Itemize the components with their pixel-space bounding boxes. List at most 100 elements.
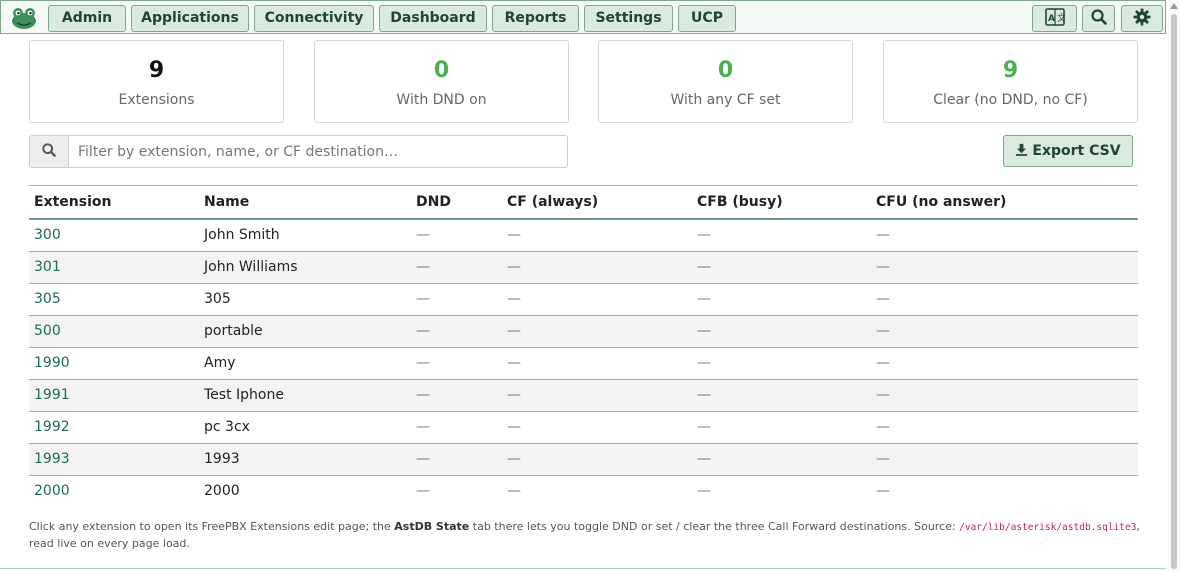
filter-group: [29, 135, 568, 168]
cfb-value: —: [697, 483, 711, 499]
cf-value: —: [507, 227, 521, 243]
cfu-value: —: [876, 451, 890, 467]
cfb-value: —: [697, 259, 711, 275]
cfu-value: —: [876, 323, 890, 339]
column-header-cfb-busy[interactable]: CFB (busy): [697, 194, 783, 210]
extension-link[interactable]: 1992: [34, 419, 70, 435]
extension-link[interactable]: 2000: [34, 483, 70, 499]
search-icon: [1090, 8, 1107, 29]
extension-name: pc 3cx: [204, 419, 250, 435]
cf-value: —: [507, 387, 521, 403]
table-row: 1991 Test Iphone — — — —: [29, 380, 1138, 412]
stat-card-dnd: 0 With DND on: [314, 40, 569, 123]
column-header-dnd[interactable]: DND: [416, 194, 451, 210]
extension-name: Amy: [204, 355, 236, 371]
extensions-table: Extension Name DND CF (always) CFB (busy…: [29, 185, 1138, 507]
extension-link[interactable]: 500: [34, 323, 61, 339]
help-footnote: Click any extension to open its FreePBX …: [29, 519, 1141, 552]
table-row: 2000 2000 — — — —: [29, 476, 1138, 507]
cfb-value: —: [697, 291, 711, 307]
scroll-thumb[interactable]: [1171, 14, 1177, 569]
extension-link[interactable]: 300: [34, 227, 61, 243]
filter-addon: [30, 136, 69, 167]
dnd-value: —: [416, 419, 430, 435]
extension-name: John Smith: [204, 227, 280, 243]
table-row: 1992 pc 3cx — — — —: [29, 412, 1138, 444]
footnote-source-path: /var/lib/asterisk/astdb.sqlite3: [959, 522, 1137, 533]
extension-name: Test Iphone: [204, 387, 284, 403]
stat-card-clear: 9 Clear (no DND, no CF): [883, 40, 1138, 123]
cf-value: —: [507, 323, 521, 339]
export-csv-button[interactable]: Export CSV: [1003, 135, 1133, 167]
column-header-cfu-no-answer[interactable]: CFU (no answer): [876, 194, 1006, 210]
scroll-up-icon[interactable]: [1170, 3, 1178, 9]
stat-value: 9: [148, 58, 165, 83]
table-row: 300 John Smith — — — —: [29, 220, 1138, 252]
nav-settings[interactable]: Settings: [584, 5, 673, 32]
gear-icon: [1133, 8, 1151, 30]
stat-label: With any CF set: [670, 92, 781, 108]
column-header-name[interactable]: Name: [204, 194, 249, 210]
stat-label: Extensions: [118, 92, 195, 108]
filter-input[interactable]: [69, 136, 566, 167]
column-header-extension[interactable]: Extension: [34, 194, 111, 210]
export-csv-label: Export CSV: [1032, 143, 1121, 159]
language-button[interactable]: A 文: [1032, 5, 1077, 32]
table-row: 1990 Amy — — — —: [29, 348, 1138, 380]
bottom-divider: [0, 568, 1166, 569]
dnd-value: —: [416, 323, 430, 339]
footnote-text: tab there lets you toggle DND or set / c…: [469, 520, 960, 533]
cf-value: —: [507, 291, 521, 307]
stat-value: 0: [717, 58, 734, 83]
stat-value: 9: [1002, 58, 1019, 83]
freepbx-logo-icon[interactable]: [10, 6, 38, 30]
dnd-value: —: [416, 227, 430, 243]
svg-text:文: 文: [1057, 12, 1065, 24]
extension-link[interactable]: 1990: [34, 355, 70, 371]
nav-dashboard[interactable]: Dashboard: [379, 5, 487, 32]
nav-applications[interactable]: Applications: [131, 5, 249, 32]
stat-value: 0: [433, 58, 450, 83]
dnd-value: —: [416, 483, 430, 499]
cfu-value: —: [876, 483, 890, 499]
page-scrollbar[interactable]: [1168, 0, 1180, 571]
cfb-value: —: [697, 419, 711, 435]
dnd-value: —: [416, 451, 430, 467]
top-navbar: Admin Applications Connectivity Dashboar…: [0, 0, 1166, 34]
cf-value: —: [507, 259, 521, 275]
table-row: 301 John Williams — — — —: [29, 252, 1138, 284]
cfu-value: —: [876, 355, 890, 371]
nav-reports[interactable]: Reports: [492, 5, 579, 32]
settings-button[interactable]: [1121, 5, 1163, 32]
cf-value: —: [507, 419, 521, 435]
table-row: 305 305 — — — —: [29, 284, 1138, 316]
cfb-value: —: [697, 355, 711, 371]
nav-ucp[interactable]: UCP: [678, 5, 736, 32]
extension-link[interactable]: 305: [34, 291, 61, 307]
extension-link[interactable]: 1991: [34, 387, 70, 403]
stat-label: With DND on: [396, 92, 487, 108]
table-row: 1993 1993 — — — —: [29, 444, 1138, 476]
extension-link[interactable]: 301: [34, 259, 61, 275]
nav-connectivity[interactable]: Connectivity: [254, 5, 374, 32]
cfb-value: —: [697, 323, 711, 339]
extension-name: portable: [204, 323, 263, 339]
search-icon: [42, 142, 56, 161]
cf-value: —: [507, 483, 521, 499]
table-row: 500 portable — — — —: [29, 316, 1138, 348]
extension-link[interactable]: 1993: [34, 451, 70, 467]
cfb-value: —: [697, 227, 711, 243]
column-header-cf-always[interactable]: CF (always): [507, 194, 598, 210]
stat-card-cf: 0 With any CF set: [598, 40, 853, 123]
nav-admin[interactable]: Admin: [48, 5, 126, 32]
cfb-value: —: [697, 387, 711, 403]
footnote-text: Click any extension to open its FreePBX …: [29, 520, 395, 533]
cfu-value: —: [876, 291, 890, 307]
cf-value: —: [507, 355, 521, 371]
cf-value: —: [507, 451, 521, 467]
search-button[interactable]: [1082, 5, 1115, 32]
dnd-value: —: [416, 259, 430, 275]
cfu-value: —: [876, 387, 890, 403]
cfu-value: —: [876, 259, 890, 275]
stat-label: Clear (no DND, no CF): [933, 92, 1088, 108]
